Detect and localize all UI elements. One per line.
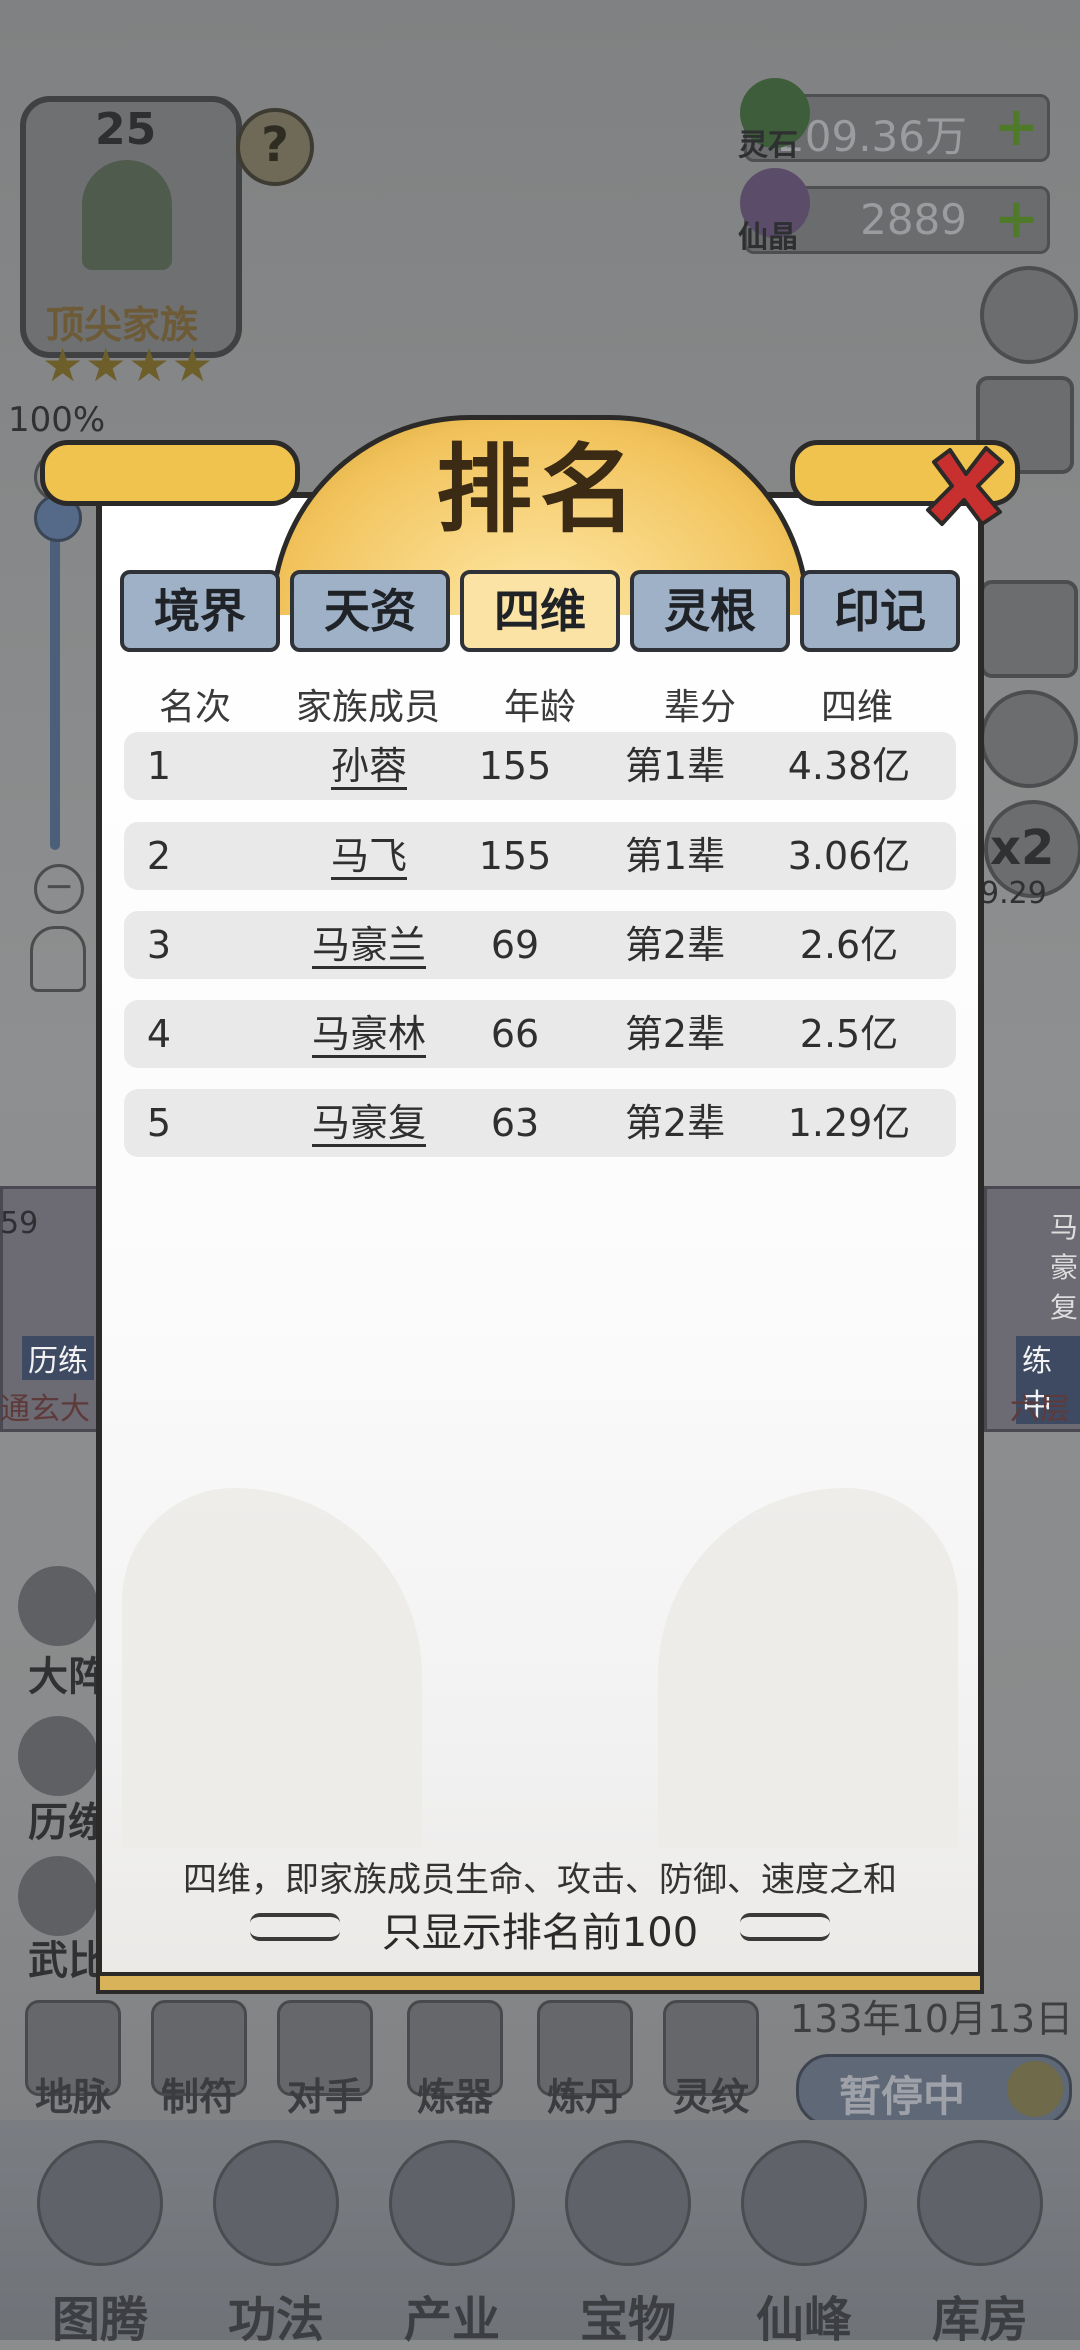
- baowu-icon: [565, 2140, 691, 2266]
- left-menu-lilian[interactable]: [18, 1716, 98, 1796]
- row-age: 63: [490, 1101, 540, 1145]
- tool-liandan[interactable]: 炼丹: [530, 2000, 640, 2121]
- pause-label: 暂停中: [839, 2072, 966, 2121]
- nav-xianfeng[interactable]: 仙峰: [724, 2120, 884, 2348]
- row-siwei: 1.29亿: [787, 1101, 911, 1145]
- left-card-number: 59: [0, 1206, 39, 1241]
- xianfeng-icon: [741, 2140, 867, 2266]
- tool-zhifu[interactable]: 制符: [144, 2000, 254, 2121]
- lingshi-label: 灵石: [738, 128, 798, 163]
- member-name-link[interactable]: 马豪林: [279, 1000, 459, 1068]
- header-member: 家族成员: [295, 687, 440, 728]
- tab-linggen[interactable]: 灵根: [630, 570, 790, 652]
- row-generation: 第2辈: [624, 1012, 726, 1056]
- right-card-name: 马豪复: [1050, 1211, 1079, 1324]
- xianjing-label: 仙晶: [738, 220, 798, 255]
- tuteng-icon: [37, 2140, 163, 2266]
- member-name-link[interactable]: 马飞: [279, 822, 459, 890]
- siwei-description: 四维，即家族成员生命、攻击、防御、速度之和: [183, 1860, 897, 1900]
- red-book-icon[interactable]: [980, 580, 1078, 678]
- right-card-realm: 六层: [1010, 1392, 1070, 1427]
- left-card-realm: 通玄大: [0, 1392, 90, 1427]
- rank-limit-note: 只显示排名前100: [381, 1910, 699, 1956]
- close-icon: [926, 446, 1004, 526]
- row-generation: 第1辈: [624, 834, 726, 878]
- row-rank: 4: [146, 1012, 172, 1056]
- kufang-icon: [917, 2140, 1043, 2266]
- settings-yinyang-icon[interactable]: [980, 266, 1078, 364]
- nav-kufang[interactable]: 库房: [900, 2120, 1060, 2348]
- tab-siwei[interactable]: 四维: [460, 570, 620, 652]
- left-menu-wubi[interactable]: [18, 1856, 98, 1936]
- member-name-link[interactable]: 马豪复: [279, 1089, 459, 1157]
- row-rank: 2: [146, 834, 172, 878]
- game-date: 133年10月13日: [790, 1997, 1074, 2041]
- tool-lingwen[interactable]: 灵纹: [656, 2000, 766, 2121]
- play-icon: [1007, 2061, 1063, 2117]
- tool-dimai[interactable]: 地脉: [18, 2000, 128, 2121]
- row-rank: 5: [146, 1101, 172, 1145]
- row-rank: 1: [146, 744, 172, 788]
- speed-timer: 9.29: [980, 876, 1047, 911]
- row-generation: 第2辈: [624, 1101, 726, 1145]
- row-age: 69: [490, 923, 540, 967]
- xianjing-add-button[interactable]: +: [994, 189, 1039, 249]
- table-row: 2 马飞 155 第1辈 3.06亿: [124, 822, 956, 890]
- row-rank: 3: [146, 923, 172, 967]
- xianjing-value: 2889: [860, 195, 967, 244]
- row-generation: 第1辈: [624, 744, 726, 788]
- tree-icon: [82, 160, 172, 270]
- nav-gongfa[interactable]: 功法: [196, 2120, 356, 2348]
- pause-button[interactable]: 暂停中: [796, 2054, 1072, 2126]
- header-generation: 辈分: [663, 687, 736, 728]
- nav-tuteng[interactable]: 图腾: [20, 2120, 180, 2348]
- left-menu-dazhen[interactable]: [18, 1566, 98, 1646]
- row-siwei: 2.5亿: [799, 1012, 899, 1056]
- location-icon[interactable]: [30, 926, 86, 992]
- table-row: 4 马豪林 66 第2辈 2.5亿: [124, 1000, 956, 1068]
- help-icon[interactable]: ?: [236, 108, 314, 186]
- nav-chanye[interactable]: 产业: [372, 2120, 532, 2348]
- member-name-link[interactable]: 孙蓉: [279, 732, 459, 800]
- row-age: 155: [478, 834, 552, 878]
- tab-jingjie[interactable]: 境界: [120, 570, 280, 652]
- tool-lianqi[interactable]: 炼器: [400, 2000, 510, 2121]
- table-row: 1 孙蓉 155 第1辈 4.38亿: [124, 732, 956, 800]
- zoom-slider[interactable]: [50, 500, 60, 850]
- chanye-icon: [389, 2140, 515, 2266]
- family-level: 25: [95, 104, 157, 155]
- header-rank: 名次: [158, 687, 231, 728]
- member-name-link[interactable]: 马豪兰: [279, 911, 459, 979]
- row-siwei: 3.06亿: [787, 834, 911, 878]
- close-button[interactable]: [920, 440, 1010, 530]
- tab-yinji[interactable]: 印记: [800, 570, 960, 652]
- row-siwei: 2.6亿: [799, 923, 899, 967]
- row-siwei: 4.38亿: [787, 744, 911, 788]
- speed-label: x2: [990, 820, 1055, 876]
- row-generation: 第2辈: [624, 923, 726, 967]
- table-row: 5 马豪复 63 第2辈 1.29亿: [124, 1089, 956, 1157]
- tab-tianzi[interactable]: 天资: [290, 570, 450, 652]
- lingshi-add-button[interactable]: +: [994, 97, 1039, 157]
- zoom-out-button[interactable]: −: [34, 864, 84, 914]
- nav-baowu[interactable]: 宝物: [548, 2120, 708, 2348]
- row-age: 155: [478, 744, 552, 788]
- modal-title: 排名: [436, 434, 644, 546]
- header-siwei: 四维: [820, 687, 893, 728]
- row-age: 66: [490, 1012, 540, 1056]
- rank-stars: ★★★★: [42, 338, 215, 392]
- table-row: 3 马豪兰 69 第2辈 2.6亿: [124, 911, 956, 979]
- bag-icon[interactable]: [980, 690, 1078, 788]
- gongfa-icon: [213, 2140, 339, 2266]
- mountain-decoration-left: [122, 1488, 422, 1848]
- tool-duishou[interactable]: 对手: [270, 2000, 380, 2121]
- left-card-status: 历练: [22, 1336, 94, 1380]
- header-age: 年龄: [503, 687, 576, 728]
- modal-bottom-border: [96, 1972, 984, 1994]
- mountain-decoration-right: [658, 1488, 958, 1848]
- cloud-ornament-right: [740, 1913, 830, 1941]
